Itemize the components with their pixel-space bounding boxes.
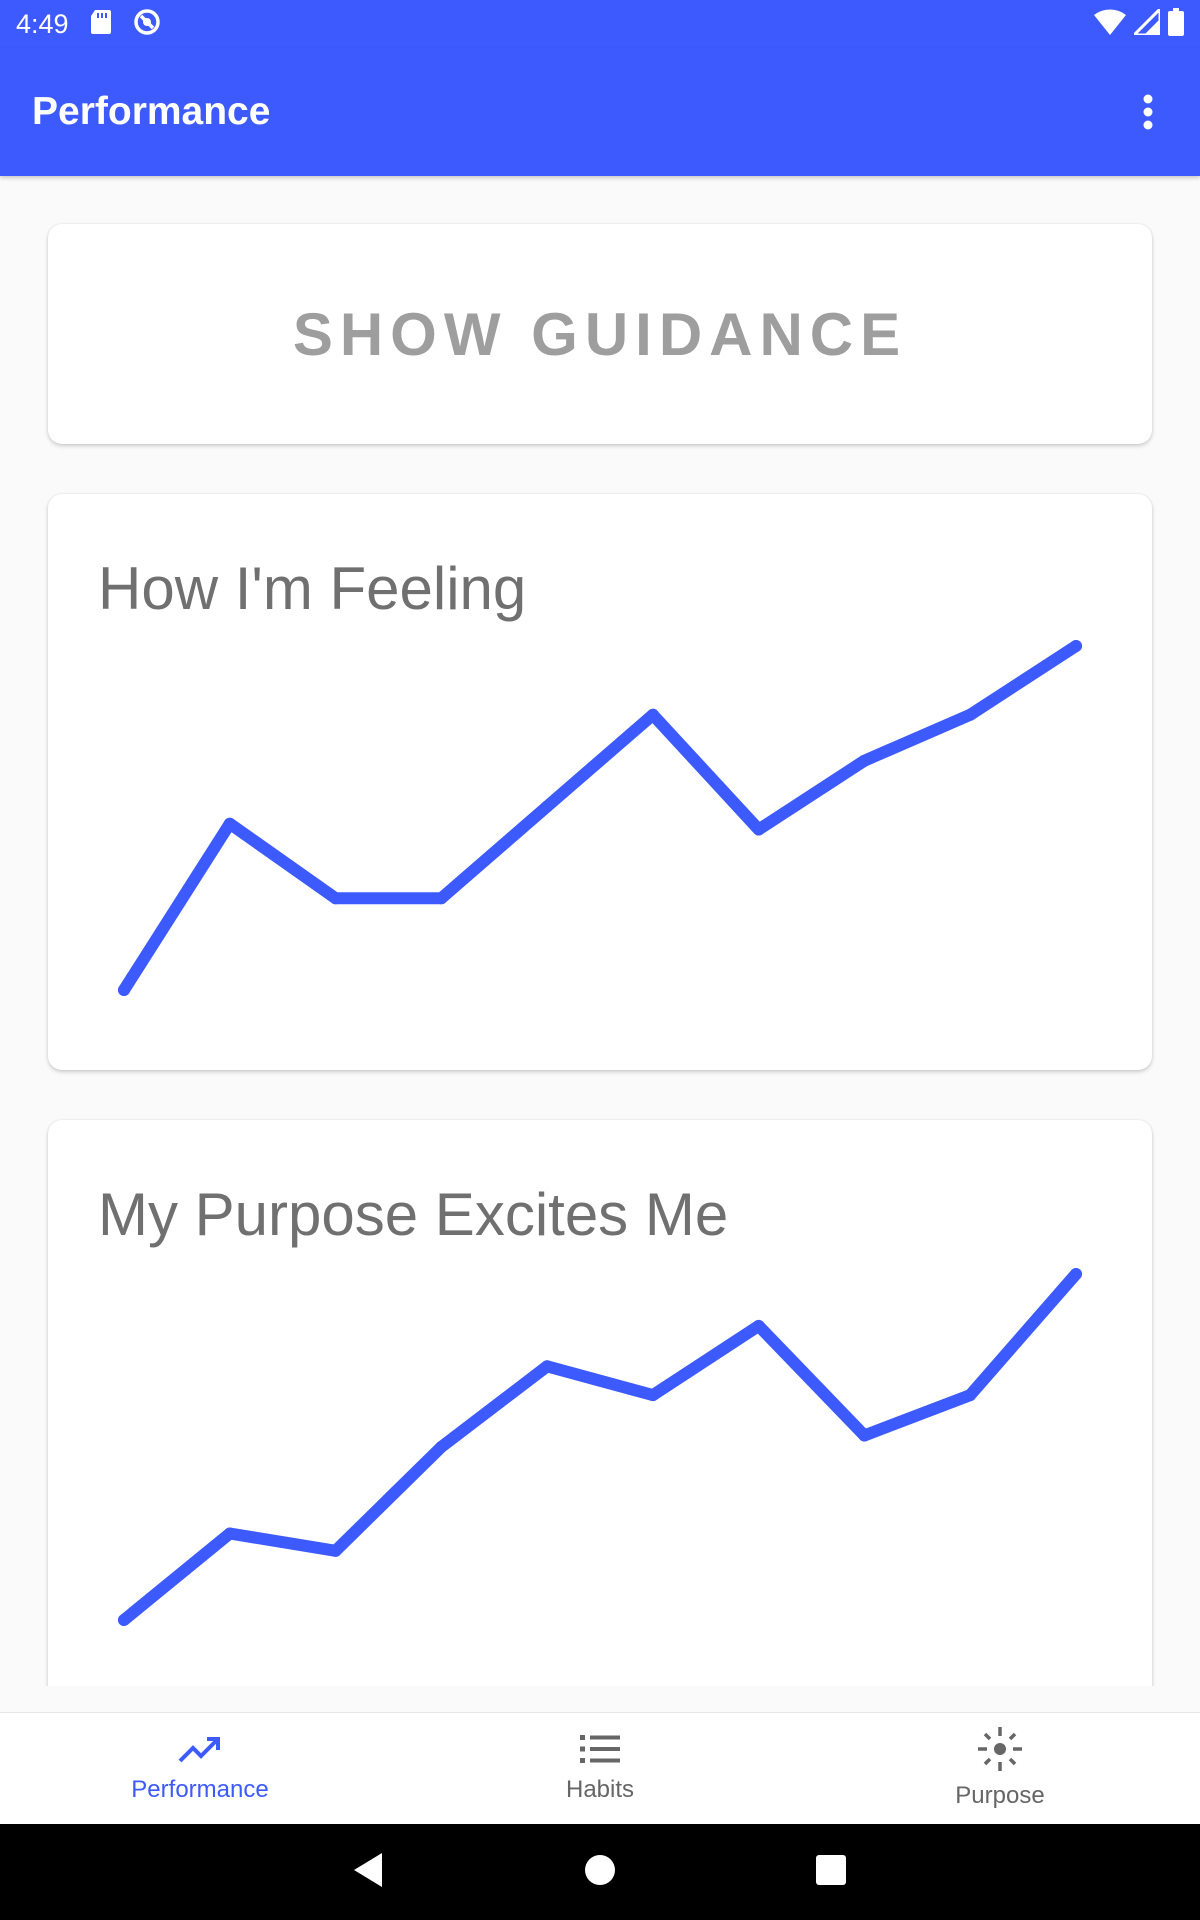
nav-label: Performance: [131, 1776, 269, 1803]
data-point: [1070, 640, 1082, 652]
data-point: [329, 892, 342, 905]
data-point: [435, 1441, 448, 1453]
data-point: [646, 708, 659, 721]
system-navigation: [0, 1824, 1200, 1920]
home-icon[interactable]: [584, 1854, 616, 1891]
nav-label: Habits: [565, 1776, 635, 1803]
trending-up-icon: [178, 1733, 222, 1770]
how-im-feeling-card[interactable]: How I'm Feeling: [48, 494, 1152, 1070]
data-point: [1070, 1268, 1082, 1280]
bottom-navigation: Performance Habits Purpose: [0, 1712, 1200, 1824]
data-point: [964, 708, 977, 721]
data-point: [541, 800, 554, 813]
cellular-signal-icon: [1130, 4, 1162, 40]
more-vert-icon[interactable]: [1128, 82, 1168, 142]
data-point: [118, 984, 130, 996]
data-point: [118, 1614, 130, 1626]
data-saver-icon: [133, 8, 161, 41]
series-line: [118, 640, 1082, 996]
nav-purpose[interactable]: Purpose: [850, 1713, 1150, 1825]
data-point: [752, 823, 765, 836]
data-point: [329, 1544, 342, 1557]
data-point: [752, 1319, 765, 1332]
battery-icon: [1168, 7, 1184, 41]
performance-content[interactable]: SHOW GUIDANCE How I'm Feeling My Purpose…: [0, 176, 1200, 1686]
back-icon[interactable]: [354, 1852, 384, 1892]
data-point: [964, 1389, 977, 1402]
data-point: [435, 892, 448, 905]
wifi-icon: [1094, 8, 1126, 40]
status-bar: 4:49: [0, 0, 1200, 48]
app-bar: Performance: [0, 48, 1200, 176]
show-guidance-button[interactable]: SHOW GUIDANCE: [48, 224, 1152, 444]
list-icon: [580, 1733, 620, 1770]
data-point: [541, 1360, 554, 1373]
data-point: [223, 1527, 236, 1540]
app-title: Performance: [32, 90, 271, 133]
my-purpose-excites-me-chart: [118, 1268, 1082, 1626]
my-purpose-excites-me-card[interactable]: My Purpose Excites Me: [48, 1120, 1152, 1686]
data-point: [223, 817, 236, 830]
data-point: [646, 1389, 659, 1402]
status-left: 4:49: [16, 8, 161, 41]
sd-card-icon: [90, 9, 111, 39]
nav-label: Purpose: [955, 1782, 1045, 1809]
show-guidance-label: SHOW GUIDANCE: [292, 300, 908, 368]
status-right: [1094, 4, 1184, 41]
series-line: [118, 1268, 1082, 1626]
nav-habits[interactable]: Habits: [450, 1713, 750, 1825]
recents-icon[interactable]: [816, 1854, 846, 1890]
status-time: 4:49: [16, 8, 69, 39]
nav-performance[interactable]: Performance: [50, 1713, 350, 1825]
data-point: [858, 754, 871, 767]
data-point: [858, 1429, 871, 1442]
sparkle-icon: [978, 1727, 1022, 1776]
how-im-feeling-chart: [118, 640, 1082, 996]
